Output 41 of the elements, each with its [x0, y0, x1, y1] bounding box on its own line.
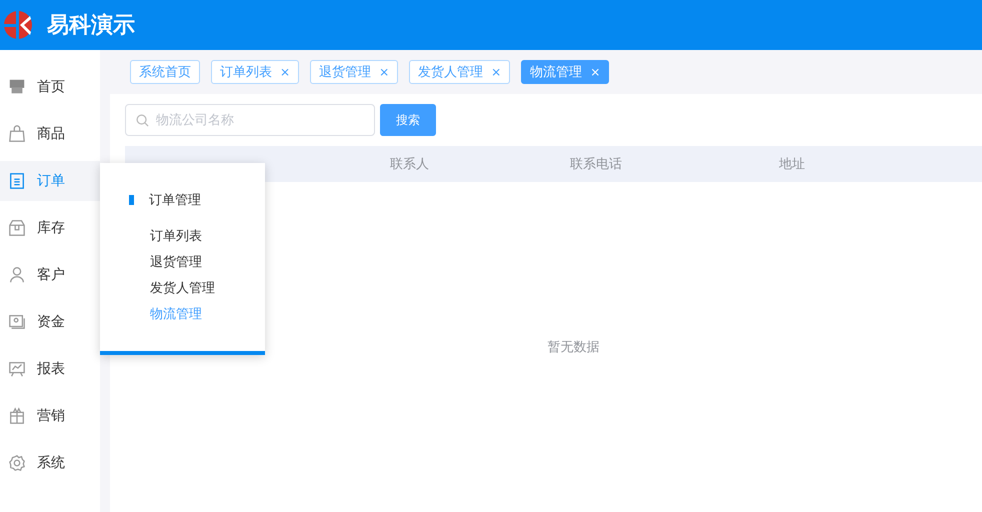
- submenu-item[interactable]: 退货管理: [129, 253, 265, 279]
- sidebar-item[interactable]: 订单: [0, 161, 100, 201]
- app-title: 易科演示: [47, 12, 135, 40]
- store-icon: [8, 78, 26, 96]
- tab[interactable]: 系统首页: [130, 60, 200, 84]
- sidebar-item[interactable]: 首页: [0, 67, 100, 107]
- column-header: 联系人: [390, 156, 430, 173]
- column-header: 地址: [779, 156, 805, 173]
- close-icon[interactable]: ×: [590, 65, 600, 79]
- gift-icon: [8, 407, 26, 425]
- submenu-item[interactable]: 发货人管理: [129, 279, 265, 305]
- sidebar-item[interactable]: 营销: [0, 396, 100, 436]
- sidebar-item[interactable]: 库存: [0, 208, 100, 248]
- submenu-item[interactable]: 物流管理: [129, 305, 265, 331]
- section-marker: [129, 195, 134, 205]
- money-icon: [8, 313, 26, 331]
- submenu-item[interactable]: 订单列表: [129, 227, 265, 253]
- document-icon: [8, 172, 26, 190]
- tab[interactable]: 发货人管理 ×: [409, 60, 510, 84]
- sidebar-item[interactable]: 资金: [0, 302, 100, 342]
- column-header: 联系电话: [570, 156, 623, 173]
- submenu-title: 订单管理: [149, 192, 201, 209]
- close-icon[interactable]: ×: [379, 65, 390, 79]
- box-icon: [8, 219, 26, 237]
- close-icon[interactable]: ×: [280, 65, 290, 79]
- sidebar-item[interactable]: 客户: [0, 255, 100, 295]
- empty-message: 暂无数据: [548, 339, 600, 356]
- search-field[interactable]: 物流公司名称: [125, 104, 375, 136]
- logo-icon: [3, 10, 33, 40]
- sidebar-item[interactable]: 报表: [0, 349, 100, 389]
- close-icon[interactable]: ×: [491, 65, 502, 79]
- bag-icon: [8, 125, 26, 143]
- settings-icon: [8, 454, 26, 472]
- tab[interactable]: 退货管理 ×: [310, 60, 398, 84]
- chart-board-icon: [8, 360, 26, 378]
- tab[interactable]: 订单列表 ×: [211, 60, 300, 84]
- tab[interactable]: 物流管理 ×: [521, 60, 610, 84]
- sidebar-item[interactable]: 商品: [0, 114, 100, 154]
- sidebar-item[interactable]: 系统: [0, 443, 100, 483]
- user-icon: [8, 266, 26, 284]
- search-button[interactable]: 搜索: [380, 104, 436, 136]
